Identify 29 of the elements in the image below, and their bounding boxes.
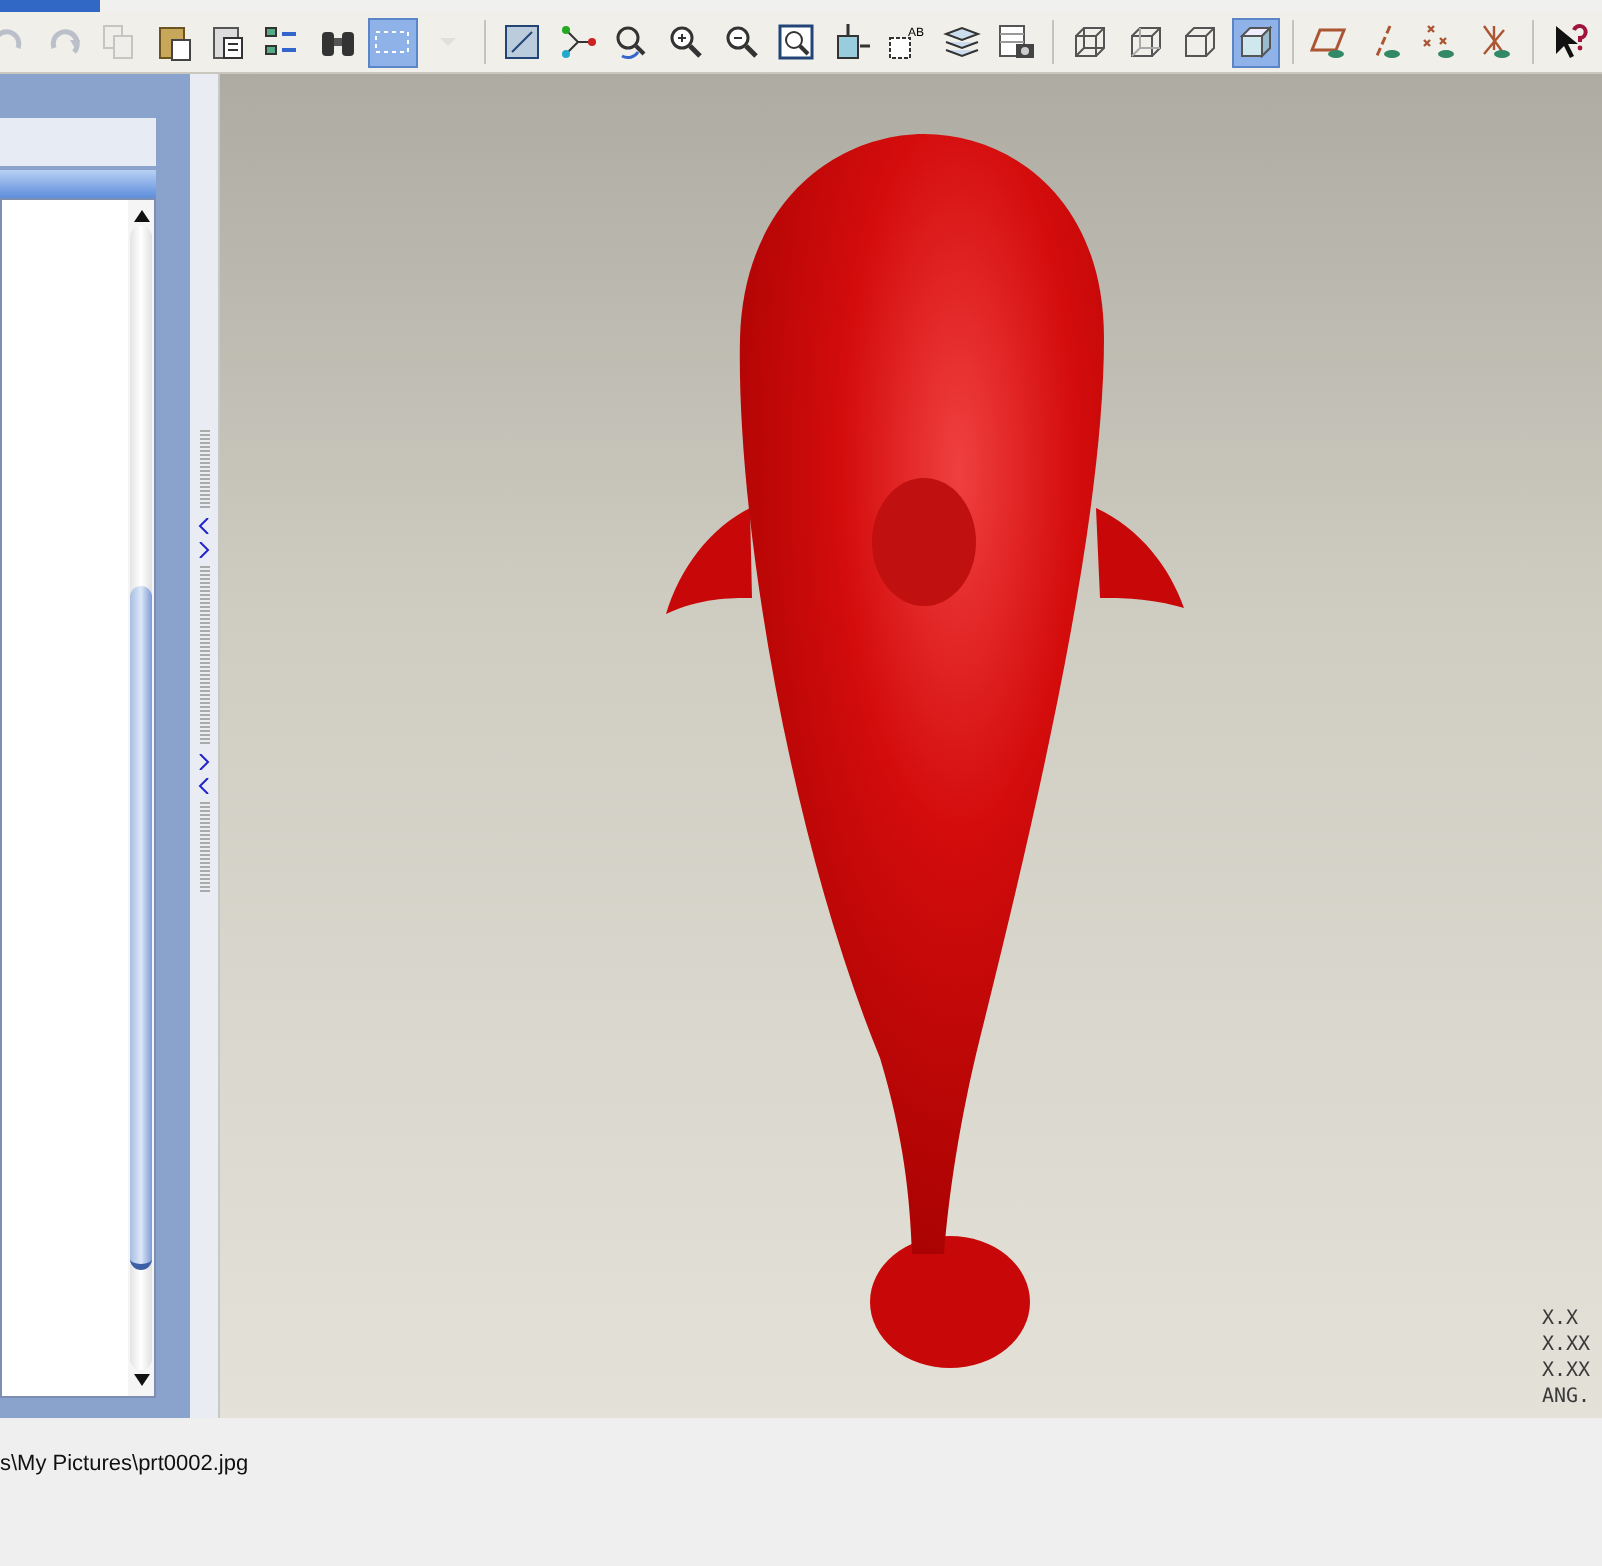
layers-icon [941,22,982,62]
zoom-in-icon [666,22,707,62]
collapse-icon[interactable] [198,778,210,794]
copy-icon [98,22,139,62]
expand-icon[interactable] [198,754,210,770]
table-camera-icon [996,22,1037,62]
paste-icon [153,22,194,62]
zoom-fit-icon [776,22,817,62]
shaded-icon [1235,22,1276,62]
expand-icon[interactable] [198,542,210,558]
select-box-button[interactable] [368,17,417,67]
collapse-icon[interactable] [198,518,210,534]
hidden-line-icon [1125,22,1166,62]
paste-special-icon [207,22,248,62]
graphics-viewport[interactable]: X.X X.XX X.XX ANG. [220,74,1602,1418]
coordinate-readout: ANG. [1542,1384,1593,1410]
coordinate-readout: X.XX [1542,1332,1593,1358]
vertical-scrollbar[interactable] [128,200,154,1396]
coordinate-readout: X.XX [1542,1358,1593,1384]
sketch-icon [502,22,543,62]
network-icon [557,22,598,62]
coordinate-readout: X.X [1542,1306,1581,1332]
wireframe-icon [1070,22,1111,62]
no-hidden-icon [1180,22,1221,62]
scroll-down-icon[interactable] [133,1374,149,1386]
shaded-button[interactable] [1231,17,1280,67]
scroll-up-icon[interactable] [133,210,149,222]
zoom-out-icon [721,22,762,62]
status-message: s\My Pictures\prt0002.jpg [0,1452,249,1476]
